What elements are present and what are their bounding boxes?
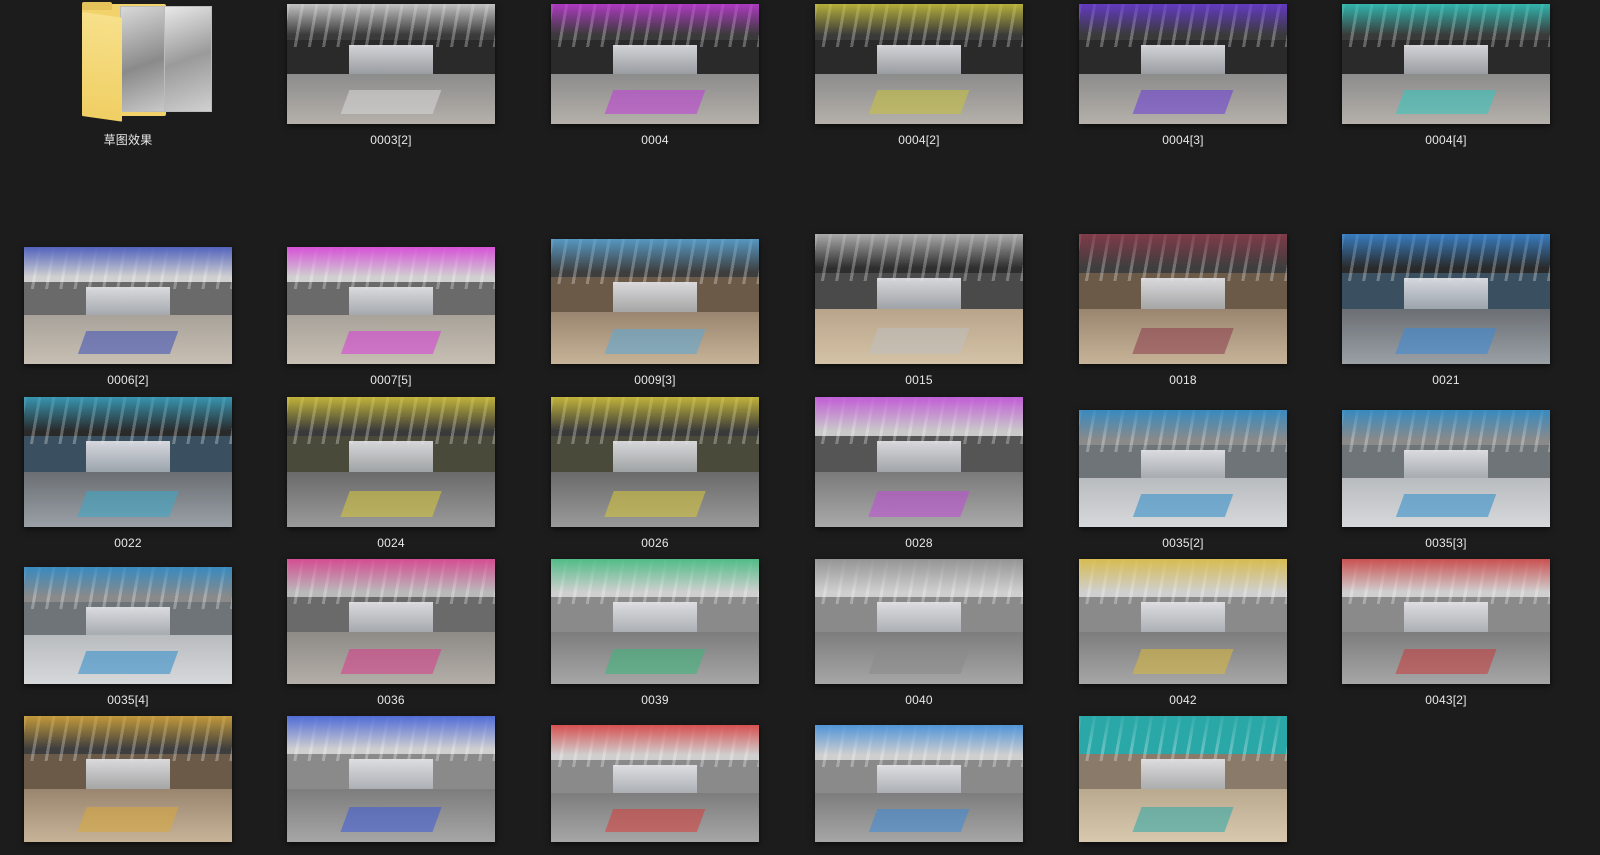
image-thumbnail [1342, 4, 1550, 124]
file-name-label: 0007[5] [370, 373, 412, 387]
image-thumbnail [551, 4, 759, 124]
file-name-label: 0004[3] [1162, 133, 1204, 147]
image-thumbnail [551, 239, 759, 364]
image-thumbnail [815, 234, 1023, 364]
file-name-label: 0018 [1169, 373, 1197, 387]
file-name-label: 0015 [905, 373, 933, 387]
file-name-label: 0004[4] [1425, 133, 1467, 147]
image-thumbnail [24, 567, 232, 684]
image-thumbnail [1079, 4, 1287, 124]
image-thumbnail [815, 725, 1023, 842]
file-name-label: 0028 [905, 536, 933, 550]
image-thumbnail [551, 397, 759, 527]
folder-icon [24, 0, 232, 122]
image-thumbnail [1079, 716, 1287, 842]
file-name-label: 0004 [641, 133, 669, 147]
image-thumbnail [1079, 410, 1287, 527]
image-thumbnail [1342, 559, 1550, 684]
image-thumbnail [1342, 234, 1550, 364]
file-name-label: 0004[2] [898, 133, 940, 147]
file-name-label: 0035[2] [1162, 536, 1204, 550]
image-thumbnail [287, 559, 495, 684]
image-thumbnail [287, 4, 495, 124]
image-thumbnail [551, 725, 759, 842]
file-name-label: 0039 [641, 693, 669, 707]
file-name-label: 0026 [641, 536, 669, 550]
image-thumbnail [24, 397, 232, 527]
file-explorer-grid: 草图效果 0003[2] 0004 0004[2] 0004[3] 0004[4] 000… [0, 0, 1600, 855]
image-thumbnail [287, 397, 495, 527]
image-thumbnail [287, 716, 495, 842]
image-thumbnail [287, 247, 495, 364]
folder-label: 草图效果 [103, 133, 153, 147]
file-name-label: 0040 [905, 693, 933, 707]
file-name-label: 0003[2] [370, 133, 412, 147]
file-name-label: 0021 [1432, 373, 1460, 387]
file-name-label: 0022 [114, 536, 142, 550]
file-name-label: 0043[2] [1425, 693, 1467, 707]
file-name-label: 0036 [377, 693, 405, 707]
file-name-label: 0042 [1169, 693, 1197, 707]
file-name-label: 0009[3] [634, 373, 676, 387]
image-thumbnail [551, 559, 759, 684]
image-thumbnail [815, 397, 1023, 527]
image-thumbnail [1079, 559, 1287, 684]
file-name-label: 0024 [377, 536, 405, 550]
image-thumbnail [24, 247, 232, 364]
file-name-label: 0006[2] [107, 373, 149, 387]
image-thumbnail [24, 716, 232, 842]
image-thumbnail [1342, 410, 1550, 527]
image-thumbnail [815, 559, 1023, 684]
image-thumbnail [815, 4, 1023, 124]
file-name-label: 0035[4] [107, 693, 149, 707]
file-name-label: 0035[3] [1425, 536, 1467, 550]
image-thumbnail [1079, 234, 1287, 364]
